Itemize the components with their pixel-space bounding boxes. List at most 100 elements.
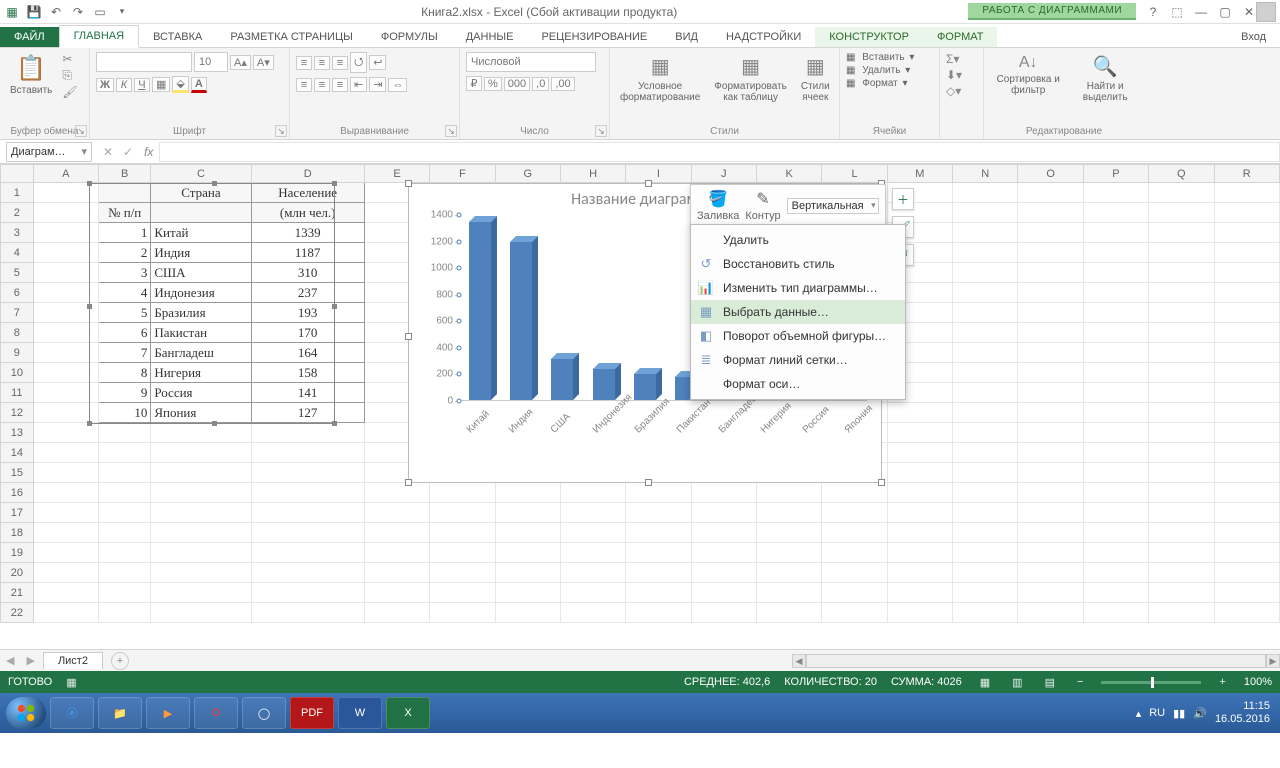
cell[interactable] xyxy=(495,543,560,563)
cell[interactable]: 127 xyxy=(251,403,364,423)
cell[interactable] xyxy=(33,223,98,243)
cell[interactable] xyxy=(1083,323,1148,343)
cell[interactable] xyxy=(1083,583,1148,603)
cell[interactable] xyxy=(887,483,952,503)
cell[interactable] xyxy=(953,483,1018,503)
redo-icon[interactable]: ↷ xyxy=(70,4,86,20)
col-header[interactable]: H xyxy=(560,165,625,183)
axis-type-dropdown[interactable]: Вертикальная xyxy=(787,198,879,214)
cell[interactable] xyxy=(953,243,1018,263)
cell[interactable] xyxy=(364,603,429,623)
undo-icon[interactable]: ↶ xyxy=(48,4,64,20)
cell[interactable]: Япония xyxy=(151,403,251,423)
cell[interactable] xyxy=(953,503,1018,523)
tab-design[interactable]: КОНСТРУКТОР xyxy=(815,27,923,47)
tab-home[interactable]: ГЛАВНАЯ xyxy=(59,25,139,48)
tray-clock[interactable]: 11:1516.05.2016 xyxy=(1215,700,1274,726)
cell[interactable] xyxy=(953,523,1018,543)
macro-record-icon[interactable]: ▦ xyxy=(66,676,76,689)
cell[interactable]: 5 xyxy=(99,303,151,323)
chart-bar[interactable] xyxy=(551,359,578,400)
cell[interactable] xyxy=(33,323,98,343)
row-header[interactable]: 7 xyxy=(1,303,34,323)
cell[interactable] xyxy=(1083,403,1148,423)
cell[interactable]: 237 xyxy=(251,283,364,303)
cell[interactable] xyxy=(953,583,1018,603)
cell[interactable]: Пакистан xyxy=(151,323,251,343)
cell[interactable] xyxy=(953,203,1018,223)
cell[interactable] xyxy=(887,563,952,583)
cell[interactable] xyxy=(887,463,952,483)
percent-button[interactable]: % xyxy=(484,77,502,91)
cell[interactable] xyxy=(1214,283,1280,303)
cell[interactable] xyxy=(33,543,98,563)
col-header[interactable]: C xyxy=(151,165,251,183)
cell[interactable] xyxy=(1149,483,1214,503)
row-header[interactable]: 15 xyxy=(1,463,34,483)
cell[interactable] xyxy=(151,443,251,463)
cell[interactable] xyxy=(756,523,821,543)
cell[interactable] xyxy=(1083,283,1148,303)
col-header[interactable]: M xyxy=(887,165,952,183)
fill-color-button[interactable]: ⬙ xyxy=(172,76,188,93)
cell[interactable] xyxy=(151,423,251,443)
cell[interactable] xyxy=(364,503,429,523)
start-button[interactable] xyxy=(6,697,46,729)
cell[interactable] xyxy=(1083,303,1148,323)
cell[interactable] xyxy=(33,303,98,323)
cell[interactable] xyxy=(953,383,1018,403)
row-header[interactable]: 14 xyxy=(1,443,34,463)
cell[interactable] xyxy=(1149,543,1214,563)
cell[interactable] xyxy=(1018,303,1083,323)
cell[interactable]: 141 xyxy=(251,383,364,403)
cell[interactable] xyxy=(1149,343,1214,363)
cell[interactable] xyxy=(626,583,691,603)
cell[interactable] xyxy=(364,543,429,563)
cell[interactable]: 6 xyxy=(99,323,151,343)
cell[interactable] xyxy=(691,603,756,623)
cell[interactable] xyxy=(560,503,625,523)
cell[interactable] xyxy=(251,503,364,523)
cell[interactable] xyxy=(953,403,1018,423)
cell[interactable] xyxy=(691,483,756,503)
cell[interactable]: (млн чел.) xyxy=(251,203,364,223)
cell[interactable] xyxy=(953,543,1018,563)
tray-sound-icon[interactable]: 🔊 xyxy=(1193,707,1207,720)
cell[interactable] xyxy=(887,423,952,443)
cell[interactable] xyxy=(1149,423,1214,443)
cell[interactable] xyxy=(756,503,821,523)
cell[interactable] xyxy=(151,203,251,223)
cell[interactable] xyxy=(99,583,151,603)
cell[interactable] xyxy=(430,603,495,623)
row-header[interactable]: 22 xyxy=(1,603,34,623)
ctx-select-data[interactable]: ▦Выбрать данные… xyxy=(691,300,905,324)
cell[interactable] xyxy=(953,343,1018,363)
cell[interactable] xyxy=(1083,223,1148,243)
cell[interactable] xyxy=(1018,183,1083,203)
indent-dec[interactable]: ⇤ xyxy=(350,77,367,92)
cell[interactable] xyxy=(1083,483,1148,503)
cell[interactable] xyxy=(953,263,1018,283)
task-opera[interactable]: O xyxy=(194,697,238,729)
cell[interactable] xyxy=(887,403,952,423)
fill-button[interactable]: ⬇▾ xyxy=(946,68,962,82)
cell[interactable] xyxy=(560,543,625,563)
task-explorer[interactable]: 📁 xyxy=(98,697,142,729)
new-icon[interactable]: ▭ xyxy=(92,4,108,20)
cell[interactable] xyxy=(151,503,251,523)
cell[interactable] xyxy=(1018,243,1083,263)
cell[interactable] xyxy=(1083,603,1148,623)
cell[interactable] xyxy=(1083,383,1148,403)
chart-add-element-button[interactable]: ＋ xyxy=(892,188,914,210)
cell[interactable] xyxy=(953,423,1018,443)
maximize-icon[interactable]: ▢ xyxy=(1218,5,1232,19)
tab-data[interactable]: ДАННЫЕ xyxy=(452,27,528,47)
cell[interactable] xyxy=(151,463,251,483)
row-header[interactable]: 3 xyxy=(1,223,34,243)
cell[interactable]: 3 xyxy=(99,263,151,283)
cell[interactable] xyxy=(1149,523,1214,543)
cell[interactable]: № п/п xyxy=(99,203,151,223)
merge-button[interactable]: ⇔ xyxy=(388,78,407,92)
col-header[interactable]: J xyxy=(691,165,756,183)
cell[interactable] xyxy=(1214,263,1280,283)
